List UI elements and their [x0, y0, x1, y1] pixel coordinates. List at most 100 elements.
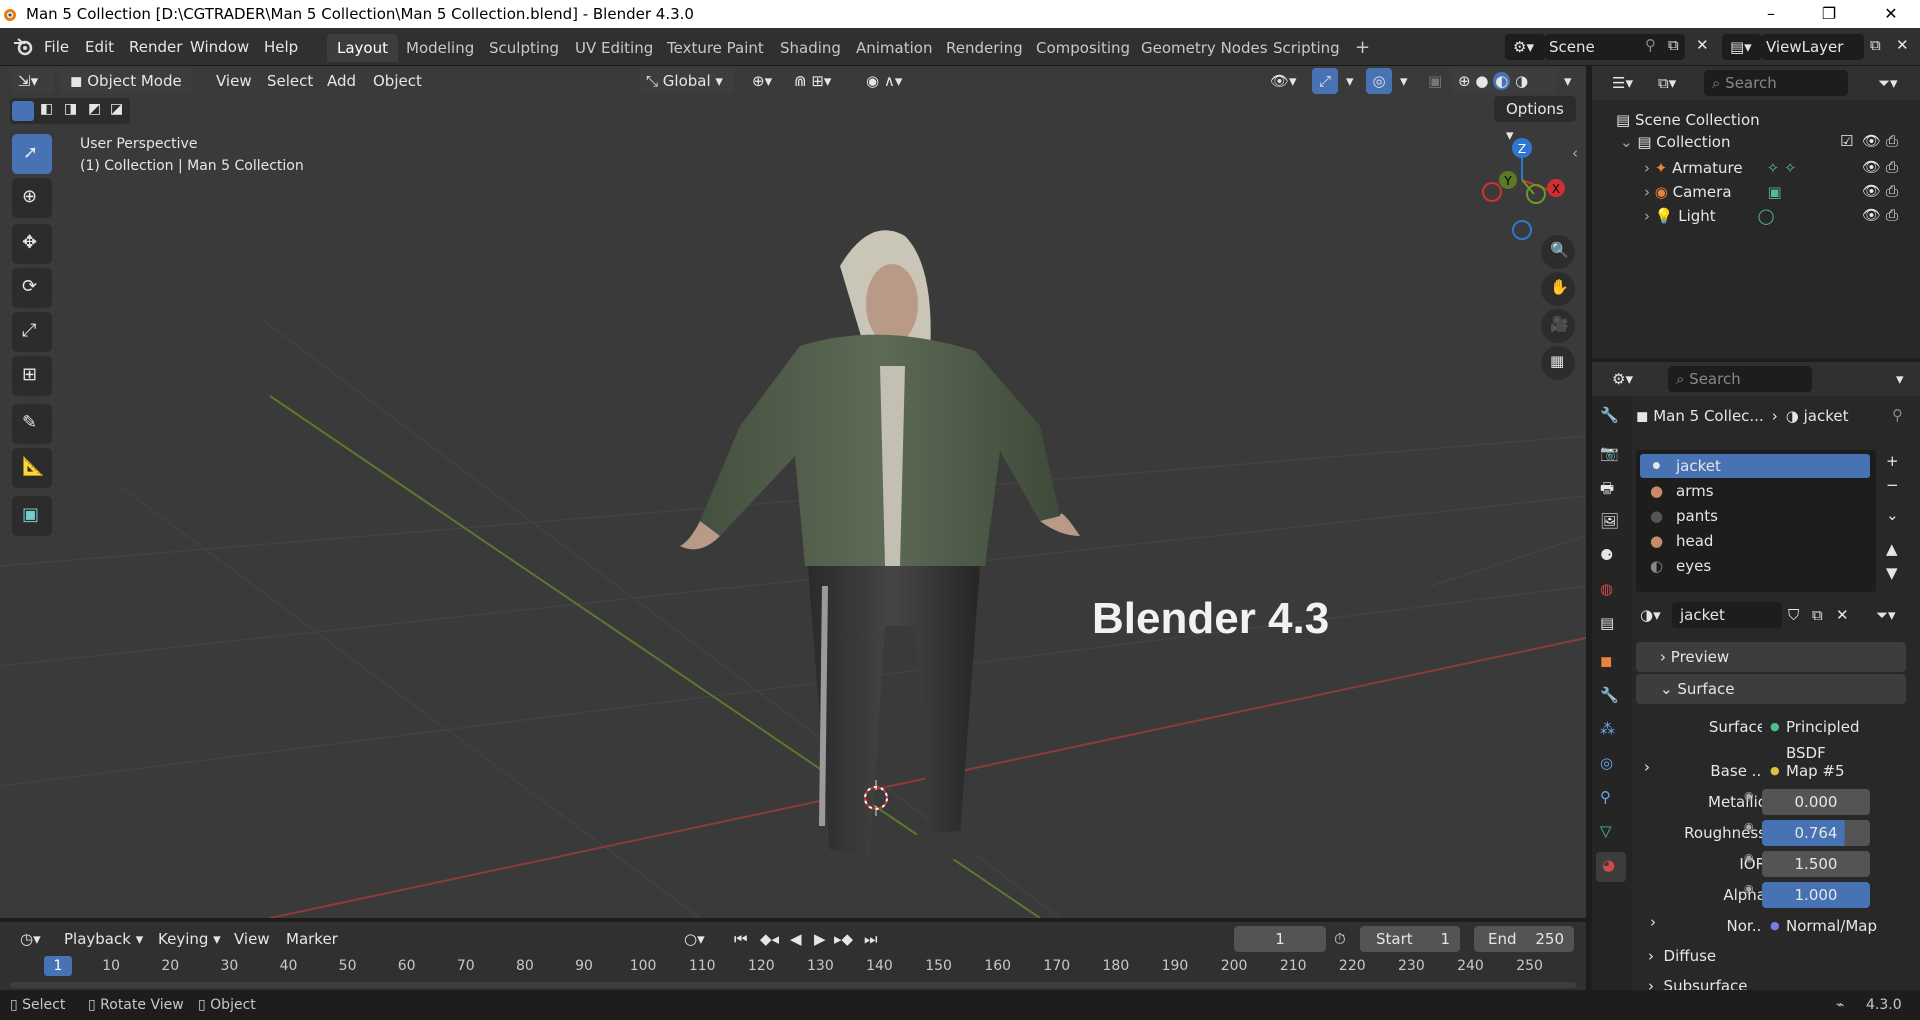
select-subtract-icon[interactable]: ◨	[64, 101, 77, 117]
rendered-shading-icon[interactable]: ◑	[1515, 72, 1528, 90]
tool-tab-icon[interactable]: 🔧	[1600, 406, 1619, 424]
viewport-menu-object[interactable]: Object	[365, 68, 430, 94]
new-view-layer-icon[interactable]: ⧉	[1870, 36, 1881, 54]
view-layer-name-field[interactable]: ViewLayer	[1762, 34, 1864, 60]
roughness-socket-icon[interactable]: ◉	[1744, 820, 1754, 833]
constraints-tab-icon[interactable]: ⚲	[1600, 788, 1611, 806]
proportional-edit-icon[interactable]: ◉ ∧▾	[858, 68, 910, 94]
viewport-menu-add[interactable]: Add	[319, 68, 364, 94]
scene-collection-row[interactable]: ▤ Scene Collection	[1616, 108, 1760, 132]
diffuse-subpanel[interactable]: › Diffuse	[1648, 944, 1716, 968]
tab-rendering[interactable]: Rendering	[936, 34, 1033, 62]
play-icon[interactable]: ▶	[814, 930, 826, 948]
render-tab-icon[interactable]: 📷	[1600, 444, 1619, 462]
alpha-slider[interactable]: 1.000	[1762, 882, 1870, 908]
expand-chevron-icon[interactable]: ›	[1644, 159, 1655, 177]
object-tab-icon[interactable]: ◼	[1600, 652, 1612, 670]
measure-tool-button[interactable]: 📐	[12, 448, 52, 488]
collection-checkbox[interactable]: ☑	[1840, 132, 1853, 150]
remove-slot-icon[interactable]: −	[1886, 476, 1899, 494]
ortho-toggle-button[interactable]: ▦	[1541, 346, 1575, 380]
ior-field[interactable]: 1.500	[1762, 851, 1870, 877]
properties-options-icon[interactable]: ▾	[1896, 370, 1904, 388]
expand-chevron-icon[interactable]: ⌄	[1620, 133, 1637, 151]
current-frame-field[interactable]: 1	[1234, 926, 1326, 952]
overlays-toggle-icon[interactable]: ◎	[1366, 68, 1392, 94]
duplicate-material-icon[interactable]: ⧉	[1812, 606, 1823, 624]
ior-socket-icon[interactable]: ◉	[1744, 851, 1754, 864]
editor-type-selector[interactable]: ⇲▾	[12, 68, 54, 94]
menu-edit[interactable]: Edit	[77, 34, 122, 60]
add-workspace-icon[interactable]: +	[1345, 34, 1380, 62]
physics-tab-icon[interactable]: ◎	[1600, 754, 1613, 772]
xray-icon[interactable]: ▣	[1420, 68, 1450, 94]
pin-scene-icon[interactable]: ⚲	[1645, 36, 1656, 54]
jump-end-icon[interactable]: ⏭	[864, 930, 878, 948]
start-frame-field[interactable]: Start 1	[1360, 926, 1460, 952]
gizmo-dropdown-icon[interactable]: ▾	[1338, 68, 1362, 94]
scale-tool-button[interactable]: ⤢	[12, 312, 52, 352]
timeline-scrollbar[interactable]	[10, 982, 1576, 988]
tab-animation[interactable]: Animation	[846, 34, 942, 62]
timeline-menu-playback[interactable]: Playback ▾	[56, 926, 151, 952]
blender-menu-icon[interactable]	[12, 37, 34, 57]
fake-user-icon[interactable]: ⛉	[1788, 606, 1799, 624]
select-intersect-icon[interactable]: ◪	[110, 101, 123, 117]
viewport-menu-view[interactable]: View	[208, 68, 260, 94]
delete-view-layer-icon[interactable]: ✕	[1896, 36, 1909, 54]
view-layer-selector-icon[interactable]: ▤▾	[1722, 34, 1762, 60]
armature-render-icon[interactable]: ⎙	[1886, 158, 1898, 176]
tab-uv-editing[interactable]: UV Editing	[565, 34, 663, 62]
modifier-tab-icon[interactable]: 🔧	[1600, 686, 1619, 704]
wireframe-shading-icon[interactable]: ⊕	[1452, 72, 1471, 90]
particles-tab-icon[interactable]: ⁂	[1600, 720, 1615, 738]
collection-render-icon[interactable]: ⎙	[1886, 132, 1898, 150]
camera-view-button[interactable]: 🎥	[1541, 309, 1575, 343]
snap-icon[interactable]: ⋒ ⊞▾	[786, 68, 839, 94]
material-slot-arms[interactable]: ● arms	[1640, 479, 1870, 503]
material-name-field[interactable]: jacket	[1672, 602, 1782, 628]
tab-scripting[interactable]: Scripting	[1263, 34, 1350, 62]
shading-dropdown-icon[interactable]: ▾	[1556, 68, 1580, 94]
alpha-socket-icon[interactable]: ◉	[1744, 882, 1754, 895]
preview-panel-header[interactable]: › Preview	[1636, 642, 1906, 672]
pin-icon[interactable]: ⚲	[1892, 406, 1903, 424]
sidebar-toggle-icon[interactable]: ‹	[1572, 144, 1578, 162]
slot-specials-icon[interactable]: ⌄	[1886, 506, 1899, 524]
base-color-field[interactable]: ● Map #5	[1762, 758, 1870, 784]
material-filter-icon[interactable]: ⏷▾	[1876, 606, 1896, 624]
stopwatch-icon[interactable]: ⏱	[1334, 930, 1346, 948]
unlink-material-icon[interactable]: ✕	[1836, 606, 1849, 624]
roughness-slider[interactable]: 0.764	[1762, 820, 1870, 846]
close-button[interactable]: ✕	[1862, 0, 1920, 28]
collection-visibility-icon[interactable]: 👁	[1862, 132, 1881, 150]
maximize-button[interactable]: ❐	[1800, 0, 1858, 28]
expand-chevron-icon[interactable]: ›	[1644, 183, 1655, 201]
filter-icon[interactable]: ⏷▾	[1878, 74, 1898, 92]
tab-compositing[interactable]: Compositing	[1026, 34, 1140, 62]
transform-orientation-dropdown[interactable]: ⤡ Global ▾	[640, 68, 734, 94]
jump-keyframe-back-icon[interactable]: ◆◂	[760, 930, 779, 948]
tab-geometry-nodes[interactable]: Geometry Nodes	[1131, 34, 1278, 62]
camera-render-icon[interactable]: ⎙	[1886, 182, 1898, 200]
armature-visibility-icon[interactable]: 👁	[1862, 158, 1881, 176]
move-slot-up-icon[interactable]: ▲	[1886, 540, 1898, 558]
timeline-menu-keying[interactable]: Keying ▾	[150, 926, 229, 952]
light-visibility-icon[interactable]: 👁	[1862, 206, 1881, 224]
object-mode-dropdown[interactable]: ◼ Object Mode ▾	[60, 68, 192, 116]
play-reverse-icon[interactable]: ◀	[790, 930, 802, 948]
delete-scene-icon[interactable]: ✕	[1696, 36, 1709, 54]
add-slot-icon[interactable]: +	[1886, 452, 1899, 470]
scene-tab-icon[interactable]: ⚈	[1600, 546, 1613, 564]
rotate-tool-button[interactable]: ⟳	[12, 268, 52, 308]
camera-visibility-icon[interactable]: 👁	[1862, 182, 1881, 200]
material-slot-jacket[interactable]: ⚫ jacket	[1640, 454, 1870, 478]
minimize-button[interactable]: –	[1742, 0, 1800, 28]
viewport-menu-select[interactable]: Select	[259, 68, 321, 94]
select-box-mode-icon[interactable]	[12, 101, 34, 121]
timeline-menu-view[interactable]: View	[226, 926, 278, 952]
scene-selector-icon[interactable]: ⚙▾	[1505, 34, 1545, 60]
pan-button[interactable]: ✋	[1541, 272, 1575, 306]
timeline-menu-marker[interactable]: Marker	[278, 926, 346, 952]
outliner-editor-type-icon[interactable]: ☰▾	[1612, 74, 1633, 92]
